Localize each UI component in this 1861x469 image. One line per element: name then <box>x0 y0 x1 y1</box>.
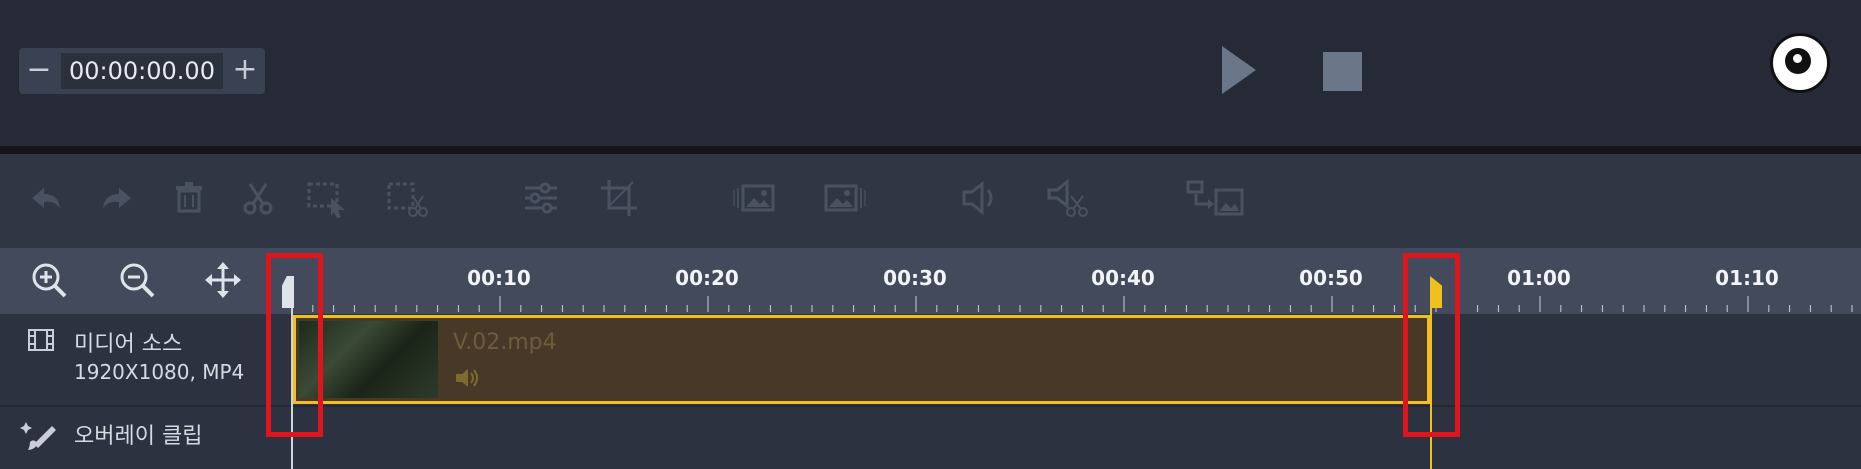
ruler-label: 00:20 <box>675 266 739 290</box>
fade-in-image-icon[interactable] <box>732 176 776 220</box>
stop-button[interactable] <box>1323 52 1362 91</box>
zoom-in-icon[interactable] <box>29 260 69 300</box>
clip-thumbnail <box>299 321 438 398</box>
video-clip[interactable]: V.02.mp4 <box>293 315 1430 404</box>
volume-icon[interactable] <box>958 176 1002 220</box>
timecode-display[interactable]: 00:00:00.00 <box>61 53 223 89</box>
delete-region-icon[interactable] <box>385 176 429 220</box>
mute-cut-icon[interactable] <box>1045 176 1089 220</box>
select-region-icon[interactable] <box>305 176 349 220</box>
time-increase-button[interactable]: + <box>225 48 265 94</box>
media-source-info: 1920X1080, MP4 <box>74 360 245 384</box>
overlay-brush-icon <box>20 422 56 450</box>
ruler-label: 00:10 <box>467 266 531 290</box>
timecode-control: − 00:00:00.00 + <box>19 48 265 94</box>
play-button[interactable] <box>1222 46 1256 94</box>
crop-icon[interactable] <box>597 176 641 220</box>
film-icon <box>28 329 54 351</box>
clip-audio-icon <box>456 369 478 387</box>
fit-timeline-icon[interactable] <box>203 260 243 300</box>
media-source-label: 미디어 소스 <box>74 332 183 357</box>
playhead-line <box>291 286 293 469</box>
ruler-ticks <box>292 296 1853 312</box>
time-decrease-button[interactable]: − <box>19 48 59 94</box>
undo-icon[interactable] <box>24 176 68 220</box>
zoom-out-icon[interactable] <box>117 260 157 300</box>
divider <box>0 146 1861 154</box>
adjust-icon[interactable] <box>519 176 563 220</box>
ruler-label: 00:30 <box>883 266 947 290</box>
ruler-label: 01:00 <box>1507 266 1571 290</box>
track-separator <box>0 405 1861 407</box>
cut-icon[interactable] <box>236 176 280 220</box>
preview-eye-icon[interactable] <box>1770 33 1830 93</box>
ruler-label: 00:50 <box>1299 266 1363 290</box>
preview-control-bar <box>0 0 1861 146</box>
redo-icon[interactable] <box>95 176 139 220</box>
eye-shine <box>1793 54 1802 63</box>
clip-end-line <box>1430 290 1432 469</box>
overlay-clip-label: 오버레이 클립 <box>74 424 203 449</box>
clip-name: V.02.mp4 <box>453 330 557 355</box>
fade-out-image-icon[interactable] <box>823 176 867 220</box>
ruler-label: 00:40 <box>1091 266 1155 290</box>
move-to-icon[interactable] <box>1186 176 1246 220</box>
ruler-label: 01:10 <box>1715 266 1779 290</box>
delete-icon[interactable] <box>167 176 211 220</box>
